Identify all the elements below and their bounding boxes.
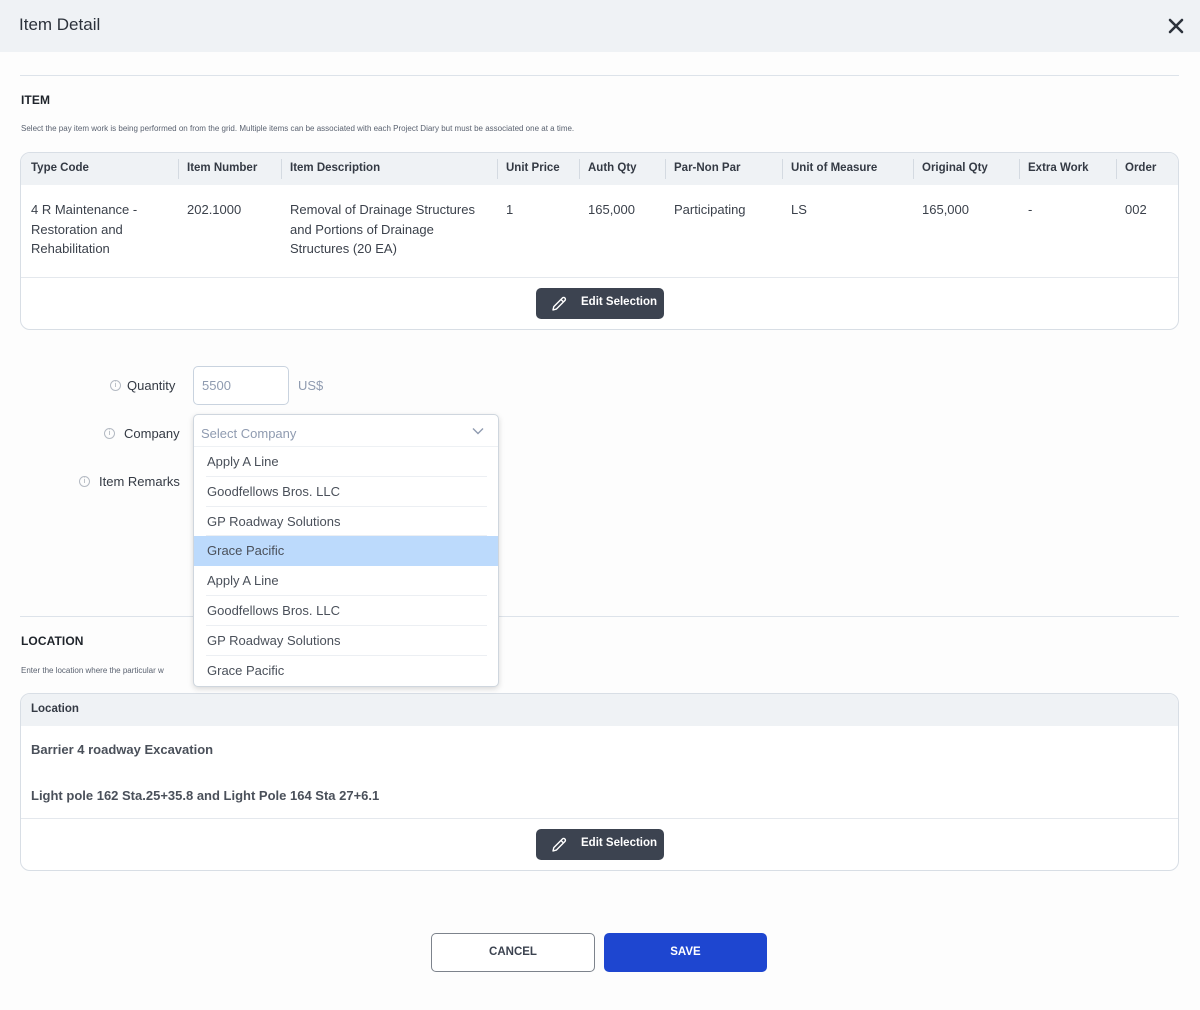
company-select[interactable]: Select Company Apply A Line Goodfellows B… [193,414,499,687]
cell-par-non-par: Participating [674,202,746,217]
location-row[interactable]: Light pole 162 Sta.25+35.8 and Light Pol… [31,788,379,803]
column-separator [178,159,179,179]
col-original-qty: Original Qty [922,162,988,174]
cancel-button[interactable]: CANCEL [431,933,595,972]
cell-auth-qty: 165,000 [588,202,635,217]
item-table-header: Type Code Item Number Item Description U… [21,153,1178,185]
save-button[interactable]: SAVE [604,933,767,972]
modal-header: Item Detail [0,0,1200,52]
currency-label: US$ [298,378,324,393]
col-item-number: Item Number [187,162,258,174]
divider [20,75,1179,76]
column-separator [782,159,783,179]
company-options-list: Apply A Line Goodfellows Bros. LLC GP Road… [194,447,498,685]
modal-title: Item Detail [19,15,101,34]
item-section-title: ITEM [21,93,51,107]
col-unit-price: Unit Price [506,162,560,174]
edit-selection-label: Edit Selection [581,837,658,849]
cell-extra-work: - [1028,202,1033,217]
close-icon [1168,18,1184,34]
quantity-label: Quantity [127,378,176,393]
edit-location-selection-button[interactable]: Edit Selection [536,829,664,860]
location-section-title: LOCATION [21,634,84,648]
column-separator [497,159,498,179]
column-separator [665,159,666,179]
cell-type-code: 4 R Maintenance - Restoration and Rehabi… [31,202,138,256]
company-option[interactable]: GP Roadway Solutions [194,626,498,656]
cell-unit-price: 1 [506,202,514,217]
column-separator [1116,159,1117,179]
item-section-description: Select the pay item work is being perfor… [21,124,575,133]
cell-item-number: 202.1000 [187,202,242,217]
col-unit-of-measure: Unit of Measure [791,162,878,174]
location-table: Location Barrier 4 roadway Excavation Li… [20,693,1179,871]
column-separator [913,159,914,179]
column-separator [579,159,580,179]
company-option[interactable]: Grace Pacific [194,656,498,686]
company-option[interactable]: Grace Pacific [194,536,498,567]
col-item-description: Item Description [290,162,381,174]
location-table-header: Location [21,694,1178,726]
col-par-non-par: Par-Non Par [674,162,741,174]
item-remarks-label: Item Remarks [99,474,180,489]
cell-item-description: Removal of Drainage Structures and Porti… [290,202,475,256]
edit-selection-label: Edit Selection [581,296,658,308]
company-select-placeholder: Select Company [201,426,297,441]
col-order: Order [1125,162,1157,174]
cell-order: 002 [1125,202,1147,217]
close-button[interactable] [1166,16,1186,36]
company-option[interactable]: Goodfellows Bros. LLC [194,477,498,507]
quantity-input[interactable] [193,366,289,405]
edit-item-selection-button[interactable]: Edit Selection [536,288,664,319]
location-row[interactable]: Barrier 4 roadway Excavation [31,742,213,757]
info-icon: i [104,428,115,439]
company-option[interactable]: Apply A Line [194,447,498,477]
location-section-description: Enter the location where the particular … [21,666,164,675]
cell-original-qty: 165,000 [922,202,969,217]
pencil-icon [552,837,567,852]
company-label: Company [124,426,180,441]
company-select-control[interactable]: Select Company [194,415,498,447]
company-option[interactable]: GP Roadway Solutions [194,507,498,537]
item-table: Type Code Item Number Item Description U… [20,152,1179,330]
company-option[interactable]: Apply A Line [194,566,498,596]
column-separator [281,159,282,179]
cell-unit-of-measure: LS [791,202,807,217]
info-icon: i [79,476,90,487]
item-table-footer: Edit Selection [21,277,1178,329]
chevron-down-icon [472,428,484,435]
col-auth-qty: Auth Qty [588,162,637,174]
pencil-icon [552,296,567,311]
column-separator [1019,159,1020,179]
info-icon: i [110,380,121,391]
location-table-footer: Edit Selection [21,818,1178,870]
col-extra-work: Extra Work [1028,162,1089,174]
col-type-code: Type Code [31,162,89,174]
company-option[interactable]: Goodfellows Bros. LLC [194,596,498,626]
col-location: Location [31,703,79,715]
